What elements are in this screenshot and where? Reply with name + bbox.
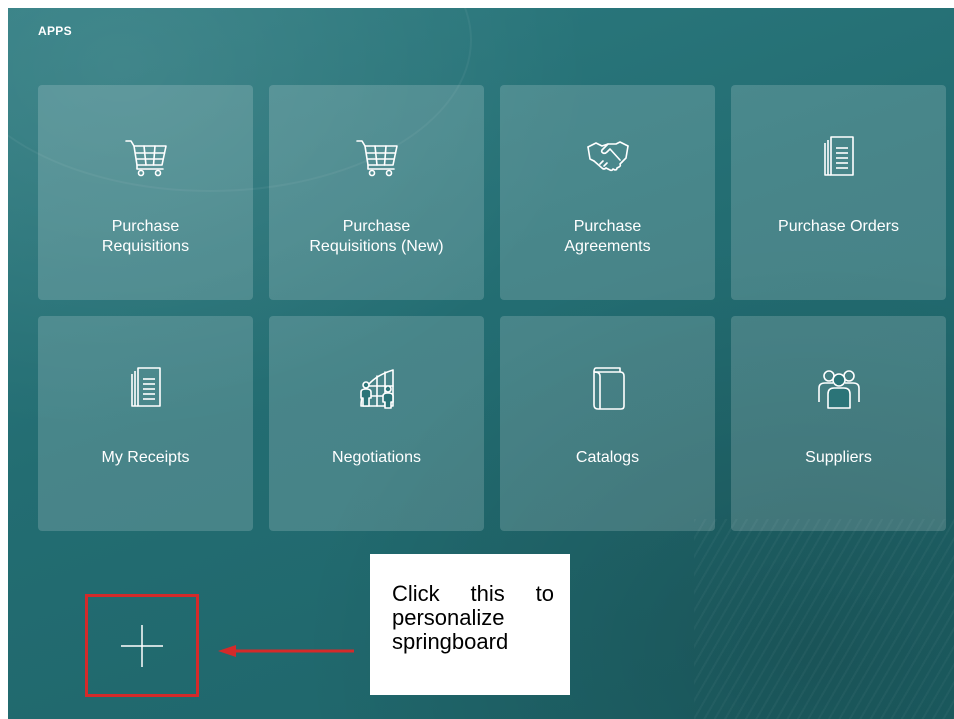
plus-icon [121,624,163,667]
document-stack-icon [815,133,863,181]
personalize-add-button[interactable] [85,594,199,697]
pointer-arrow [218,645,354,657]
tile-label: Purchase Orders [778,218,899,235]
callout-line: personalize [392,605,505,630]
document-stack-icon [122,364,170,412]
people-group-icon [815,364,863,412]
shopping-cart-icon [353,133,401,181]
tile-suppliers[interactable]: Suppliers [731,316,946,531]
catalog-book-icon [584,364,632,412]
tile-my-receipts[interactable]: My Receipts [38,316,253,531]
handshake-icon [584,133,632,181]
tile-label: Suppliers [805,449,872,466]
tile-negotiations[interactable]: Negotiations [269,316,484,531]
callout-line: springboard [392,629,509,654]
springboard: APPS Purchase Requisitions Purchase Requ… [8,8,954,719]
shopping-cart-icon [122,133,170,181]
tile-label: Purchase Requisitions [101,218,190,255]
app-tile-grid: Purchase Requisitions Purchase Requisiti… [38,85,946,531]
tile-label: Purchase Agreements [564,218,651,255]
callout-line: Click this to [392,581,554,606]
tile-label: Negotiations [332,449,421,466]
tile-purchase-requisitions[interactable]: Purchase Requisitions [38,85,253,300]
negotiation-people-icon [353,364,401,412]
tile-purchase-orders[interactable]: Purchase Orders [731,85,946,300]
tile-label: My Receipts [101,449,190,466]
tile-label: Catalogs [575,449,640,466]
tile-purchase-agreements[interactable]: Purchase Agreements [500,85,715,300]
tile-purchase-requisitions-new[interactable]: Purchase Requisitions (New) [269,85,484,300]
instruction-callout: Click this to personalize springboard [370,554,570,695]
apps-heading: APPS [38,24,72,38]
tile-label: Purchase Requisitions (New) [309,218,444,255]
tile-catalogs[interactable]: Catalogs [500,316,715,531]
background-pattern [694,519,954,719]
